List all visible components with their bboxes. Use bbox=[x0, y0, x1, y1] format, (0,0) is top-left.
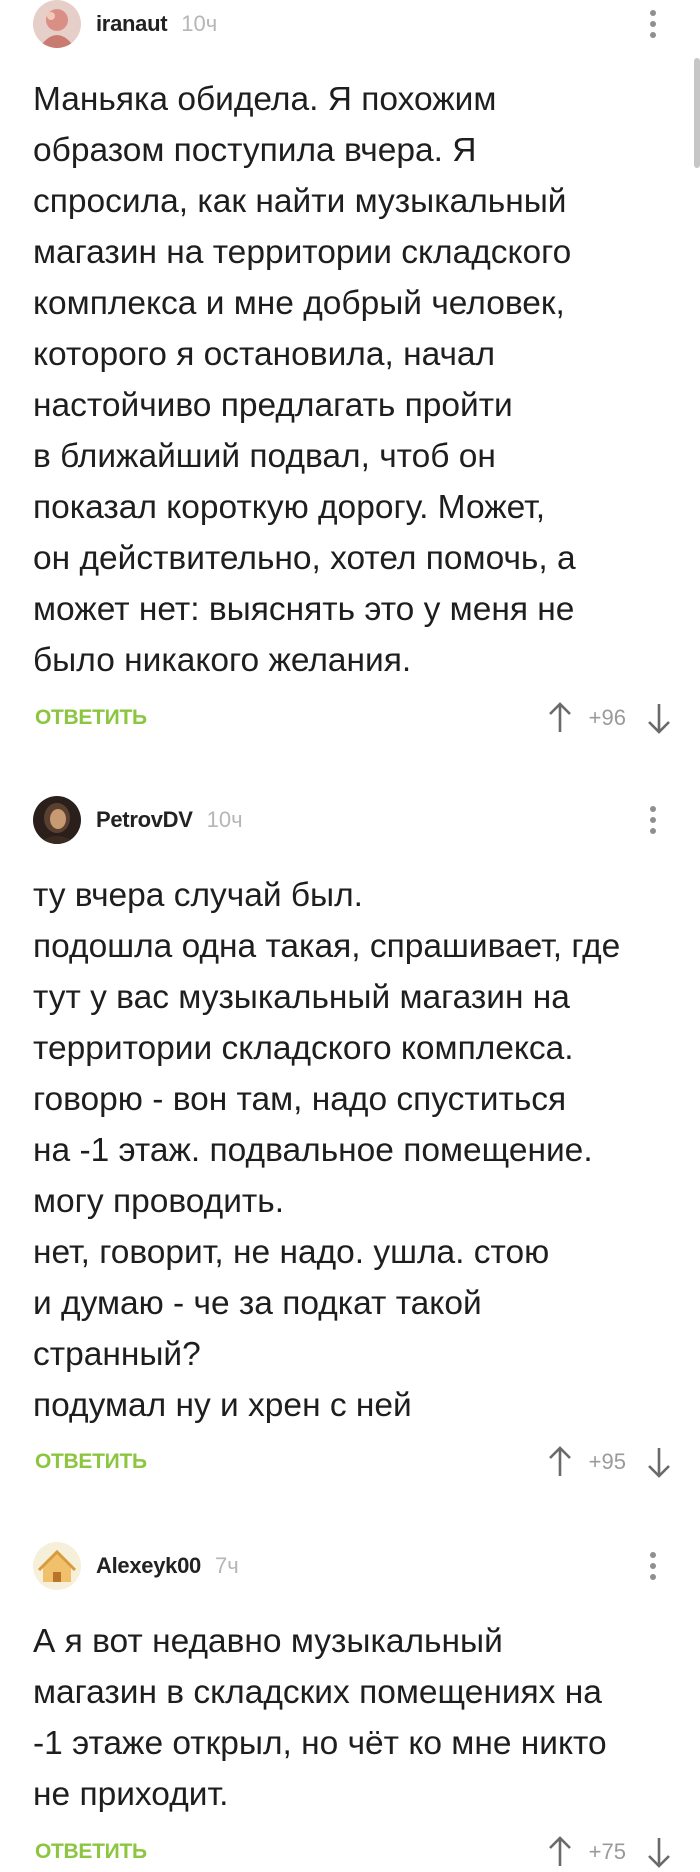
comment-header: iranaut 10ч bbox=[33, 0, 217, 48]
arrow-up-icon[interactable] bbox=[545, 700, 575, 736]
rating-count: +75 bbox=[588, 1839, 626, 1864]
user-avatar-portrait-icon bbox=[33, 796, 81, 844]
comment-time: 7ч bbox=[214, 1553, 239, 1578]
user-avatar-pink-icon bbox=[33, 0, 81, 48]
user-avatar-house-icon bbox=[33, 1542, 81, 1590]
username[interactable]: Alexeyk00 bbox=[96, 1553, 201, 1579]
vote-controls: +96 bbox=[545, 698, 674, 738]
comment-header: PetrovDV 10ч bbox=[33, 796, 243, 844]
arrow-down-icon[interactable] bbox=[644, 1834, 674, 1870]
rating-count: +95 bbox=[588, 1449, 626, 1474]
vote-controls: +95 bbox=[545, 1442, 674, 1482]
reply-button[interactable]: ОТВЕТИТЬ bbox=[35, 1840, 147, 1864]
username[interactable]: iranaut bbox=[96, 11, 168, 37]
more-vertical-icon[interactable] bbox=[648, 806, 658, 834]
arrow-up-icon[interactable] bbox=[545, 1444, 575, 1480]
reply-button[interactable]: ОТВЕТИТЬ bbox=[35, 1450, 147, 1474]
comment-time: 10ч bbox=[206, 807, 243, 832]
comment-time: 10ч bbox=[181, 11, 218, 36]
user-avatar[interactable] bbox=[33, 1542, 81, 1590]
comment-text: А я вот недавно музыкальный магазин в ск… bbox=[33, 1623, 607, 1813]
rating-count: +96 bbox=[588, 705, 626, 730]
user-avatar[interactable] bbox=[33, 0, 81, 48]
user-avatar[interactable] bbox=[33, 796, 81, 844]
comment-text: ту вчера случай был. подошла одна такая,… bbox=[33, 877, 621, 1424]
more-vertical-icon[interactable] bbox=[648, 1552, 658, 1580]
reply-button[interactable]: ОТВЕТИТЬ bbox=[35, 706, 147, 730]
arrow-up-icon[interactable] bbox=[545, 1834, 575, 1870]
arrow-down-icon[interactable] bbox=[644, 700, 674, 736]
comment-header: Alexeyk00 7ч bbox=[33, 1542, 239, 1590]
arrow-down-icon[interactable] bbox=[644, 1444, 674, 1480]
more-vertical-icon[interactable] bbox=[648, 10, 658, 38]
scrollbar[interactable] bbox=[694, 58, 700, 168]
comment-text: Маньяка обидела. Я похожим образом посту… bbox=[33, 81, 576, 679]
username[interactable]: PetrovDV bbox=[96, 807, 193, 833]
vote-controls: +75 bbox=[545, 1832, 674, 1872]
